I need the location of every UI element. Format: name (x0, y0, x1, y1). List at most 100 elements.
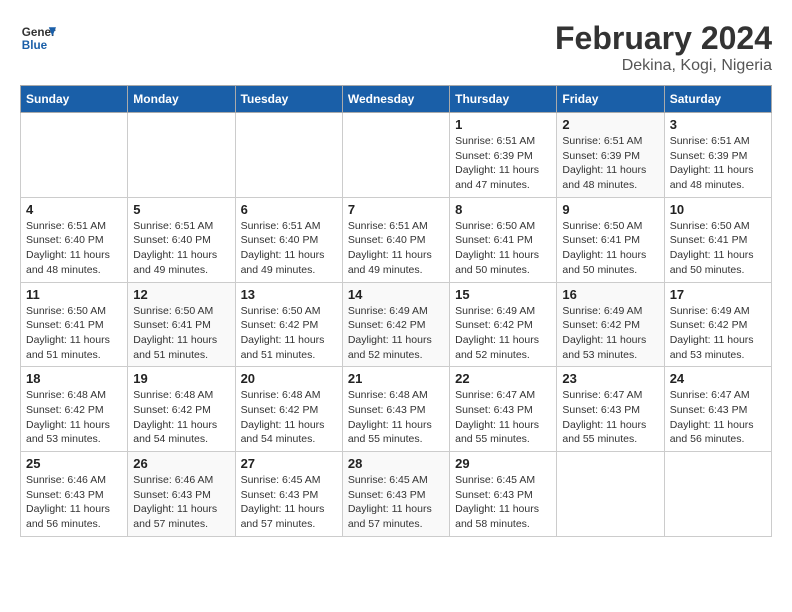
day-number: 11 (26, 287, 122, 302)
calendar-cell: 12 Sunrise: 6:50 AM Sunset: 6:41 PM Dayli… (128, 282, 235, 367)
day-info: Sunrise: 6:49 AM Sunset: 6:42 PM Dayligh… (455, 304, 551, 363)
day-number: 6 (241, 202, 337, 217)
calendar-cell (21, 113, 128, 198)
logo: General Blue (20, 20, 56, 56)
day-number: 24 (670, 371, 766, 386)
day-info: Sunrise: 6:51 AM Sunset: 6:40 PM Dayligh… (133, 219, 229, 278)
day-number: 10 (670, 202, 766, 217)
day-info: Sunrise: 6:47 AM Sunset: 6:43 PM Dayligh… (562, 388, 658, 447)
day-number: 13 (241, 287, 337, 302)
calendar-cell (128, 113, 235, 198)
day-number: 20 (241, 371, 337, 386)
calendar-cell: 14 Sunrise: 6:49 AM Sunset: 6:42 PM Dayli… (342, 282, 449, 367)
page-header: General Blue February 2024 Dekina, Kogi,… (20, 20, 772, 75)
calendar-week-3: 11 Sunrise: 6:50 AM Sunset: 6:41 PM Dayli… (21, 282, 772, 367)
day-number: 26 (133, 456, 229, 471)
calendar-cell: 11 Sunrise: 6:50 AM Sunset: 6:41 PM Dayli… (21, 282, 128, 367)
day-info: Sunrise: 6:50 AM Sunset: 6:42 PM Dayligh… (241, 304, 337, 363)
calendar-cell: 7Sunrise: 6:51 AM Sunset: 6:40 PM Daylig… (342, 197, 449, 282)
calendar-cell (342, 113, 449, 198)
calendar-cell: 19 Sunrise: 6:48 AM Sunset: 6:42 PM Dayli… (128, 367, 235, 452)
day-number: 9 (562, 202, 658, 217)
page-title: February 2024 (555, 20, 772, 57)
day-info: Sunrise: 6:49 AM Sunset: 6:42 PM Dayligh… (562, 304, 658, 363)
day-number: 29 (455, 456, 551, 471)
calendar-cell: 16 Sunrise: 6:49 AM Sunset: 6:42 PM Dayli… (557, 282, 664, 367)
calendar-cell: 29Sunrise: 6:45 AM Sunset: 6:43 PM Dayli… (450, 452, 557, 537)
day-info: Sunrise: 6:48 AM Sunset: 6:43 PM Dayligh… (348, 388, 444, 447)
day-info: Sunrise: 6:50 AM Sunset: 6:41 PM Dayligh… (670, 219, 766, 278)
calendar-cell: 28 Sunrise: 6:45 AM Sunset: 6:43 PM Dayli… (342, 452, 449, 537)
day-number: 14 (348, 287, 444, 302)
day-number: 23 (562, 371, 658, 386)
weekday-header-sunday: Sunday (21, 86, 128, 113)
calendar-cell: 21 Sunrise: 6:48 AM Sunset: 6:43 PM Dayli… (342, 367, 449, 452)
calendar-cell: 18 Sunrise: 6:48 AM Sunset: 6:42 PM Dayli… (21, 367, 128, 452)
title-block: February 2024 Dekina, Kogi, Nigeria (555, 20, 772, 75)
calendar-cell: 13 Sunrise: 6:50 AM Sunset: 6:42 PM Dayli… (235, 282, 342, 367)
calendar-cell: 8Sunrise: 6:50 AM Sunset: 6:41 PM Daylig… (450, 197, 557, 282)
day-info: Sunrise: 6:46 AM Sunset: 6:43 PM Dayligh… (133, 473, 229, 532)
calendar-cell: 1Sunrise: 6:51 AM Sunset: 6:39 PM Daylig… (450, 113, 557, 198)
day-info: Sunrise: 6:51 AM Sunset: 6:40 PM Dayligh… (348, 219, 444, 278)
day-number: 5 (133, 202, 229, 217)
day-number: 19 (133, 371, 229, 386)
day-info: Sunrise: 6:49 AM Sunset: 6:42 PM Dayligh… (670, 304, 766, 363)
day-number: 21 (348, 371, 444, 386)
calendar-cell (235, 113, 342, 198)
calendar-cell: 20 Sunrise: 6:48 AM Sunset: 6:42 PM Dayli… (235, 367, 342, 452)
svg-text:Blue: Blue (22, 39, 48, 52)
day-number: 18 (26, 371, 122, 386)
day-info: Sunrise: 6:48 AM Sunset: 6:42 PM Dayligh… (26, 388, 122, 447)
day-info: Sunrise: 6:48 AM Sunset: 6:42 PM Dayligh… (241, 388, 337, 447)
weekday-header-friday: Friday (557, 86, 664, 113)
day-info: Sunrise: 6:45 AM Sunset: 6:43 PM Dayligh… (348, 473, 444, 532)
calendar-week-2: 4 Sunrise: 6:51 AM Sunset: 6:40 PM Daylig… (21, 197, 772, 282)
day-number: 4 (26, 202, 122, 217)
calendar-week-5: 25 Sunrise: 6:46 AM Sunset: 6:43 PM Dayli… (21, 452, 772, 537)
calendar-cell: 25 Sunrise: 6:46 AM Sunset: 6:43 PM Dayli… (21, 452, 128, 537)
calendar-cell: 2 Sunrise: 6:51 AM Sunset: 6:39 PM Daylig… (557, 113, 664, 198)
day-info: Sunrise: 6:48 AM Sunset: 6:42 PM Dayligh… (133, 388, 229, 447)
logo-icon: General Blue (20, 20, 56, 56)
day-info: Sunrise: 6:51 AM Sunset: 6:39 PM Dayligh… (562, 134, 658, 193)
day-info: Sunrise: 6:51 AM Sunset: 6:40 PM Dayligh… (26, 219, 122, 278)
calendar-table: SundayMondayTuesdayWednesdayThursdayFrid… (20, 85, 772, 537)
day-info: Sunrise: 6:51 AM Sunset: 6:39 PM Dayligh… (670, 134, 766, 193)
day-info: Sunrise: 6:50 AM Sunset: 6:41 PM Dayligh… (26, 304, 122, 363)
day-info: Sunrise: 6:46 AM Sunset: 6:43 PM Dayligh… (26, 473, 122, 532)
day-number: 16 (562, 287, 658, 302)
weekday-header-tuesday: Tuesday (235, 86, 342, 113)
page-subtitle: Dekina, Kogi, Nigeria (555, 57, 772, 75)
day-number: 12 (133, 287, 229, 302)
calendar-cell: 22 Sunrise: 6:47 AM Sunset: 6:43 PM Dayli… (450, 367, 557, 452)
calendar-cell: 9 Sunrise: 6:50 AM Sunset: 6:41 PM Daylig… (557, 197, 664, 282)
day-info: Sunrise: 6:45 AM Sunset: 6:43 PM Dayligh… (241, 473, 337, 532)
day-number: 17 (670, 287, 766, 302)
calendar-cell: 23 Sunrise: 6:47 AM Sunset: 6:43 PM Dayli… (557, 367, 664, 452)
day-info: Sunrise: 6:51 AM Sunset: 6:39 PM Dayligh… (455, 134, 551, 193)
day-number: 22 (455, 371, 551, 386)
calendar-week-1: 1Sunrise: 6:51 AM Sunset: 6:39 PM Daylig… (21, 113, 772, 198)
calendar-cell: 10 Sunrise: 6:50 AM Sunset: 6:41 PM Dayli… (664, 197, 771, 282)
calendar-cell: 24 Sunrise: 6:47 AM Sunset: 6:43 PM Dayli… (664, 367, 771, 452)
calendar-cell: 15 Sunrise: 6:49 AM Sunset: 6:42 PM Dayli… (450, 282, 557, 367)
day-info: Sunrise: 6:47 AM Sunset: 6:43 PM Dayligh… (670, 388, 766, 447)
weekday-header-thursday: Thursday (450, 86, 557, 113)
day-info: Sunrise: 6:49 AM Sunset: 6:42 PM Dayligh… (348, 304, 444, 363)
calendar-cell: 27 Sunrise: 6:45 AM Sunset: 6:43 PM Dayli… (235, 452, 342, 537)
day-number: 25 (26, 456, 122, 471)
day-number: 27 (241, 456, 337, 471)
calendar-cell: 26 Sunrise: 6:46 AM Sunset: 6:43 PM Dayli… (128, 452, 235, 537)
day-number: 15 (455, 287, 551, 302)
day-number: 3 (670, 117, 766, 132)
day-info: Sunrise: 6:47 AM Sunset: 6:43 PM Dayligh… (455, 388, 551, 447)
day-number: 28 (348, 456, 444, 471)
day-info: Sunrise: 6:51 AM Sunset: 6:40 PM Dayligh… (241, 219, 337, 278)
day-info: Sunrise: 6:50 AM Sunset: 6:41 PM Dayligh… (133, 304, 229, 363)
day-info: Sunrise: 6:50 AM Sunset: 6:41 PM Dayligh… (562, 219, 658, 278)
day-number: 2 (562, 117, 658, 132)
weekday-header-wednesday: Wednesday (342, 86, 449, 113)
calendar-week-4: 18 Sunrise: 6:48 AM Sunset: 6:42 PM Dayli… (21, 367, 772, 452)
calendar-cell: 3 Sunrise: 6:51 AM Sunset: 6:39 PM Daylig… (664, 113, 771, 198)
